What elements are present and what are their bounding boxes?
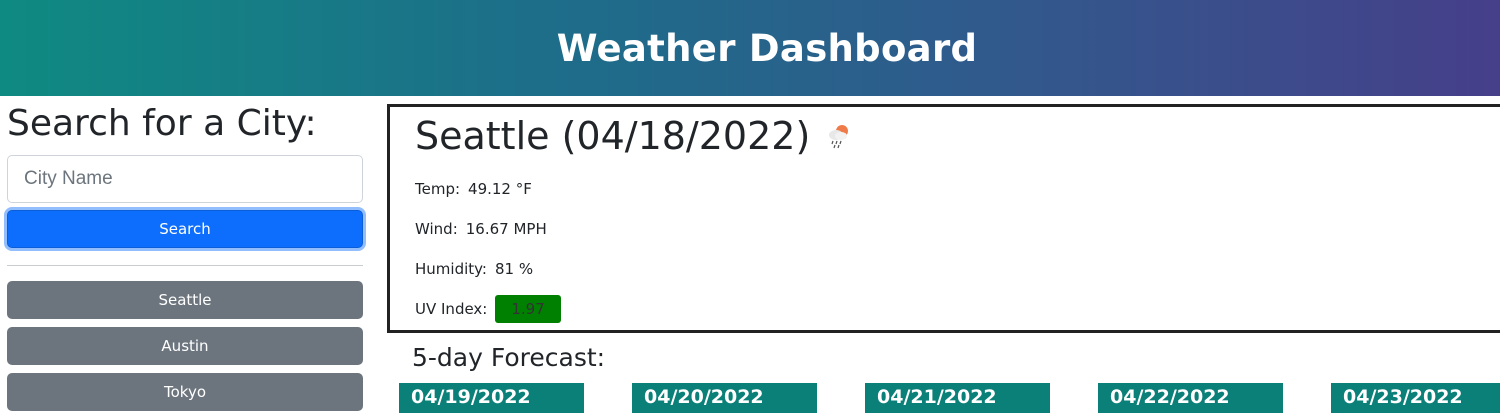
forecast-heading: 5-day Forecast: [412, 343, 606, 372]
rain-cloud-icon [829, 125, 849, 149]
history-button-seattle[interactable]: Seattle [7, 281, 363, 319]
forecast-card-day1: 04/19/2022 [399, 383, 584, 413]
app-header: Weather Dashboard [0, 0, 1500, 96]
forecast-card-day2: 04/20/2022 [632, 383, 817, 413]
sidebar-divider [7, 265, 363, 266]
wind-row: Wind: 16.67 MPH [415, 209, 1500, 249]
current-city-date: Seattle (04/18/2022) [415, 114, 811, 158]
forecast-card-day4: 04/22/2022 [1098, 383, 1283, 413]
temp-label: Temp: [415, 180, 461, 198]
wind-label: Wind: [415, 220, 458, 238]
humidity-row: Humidity: 81 % [415, 249, 1500, 289]
wind-value: 16.67 MPH [465, 220, 547, 238]
temp-row: Temp: 49.12 °F [415, 169, 1500, 209]
history-button-tokyo[interactable]: Tokyo [7, 373, 363, 411]
humidity-value: 81 % [494, 260, 534, 278]
temp-value: 49.12 °F [468, 180, 532, 198]
current-weather-card: Seattle (04/18/2022) Temp: 49.12 °F Wind… [387, 104, 1500, 333]
search-button[interactable]: Search [7, 210, 363, 248]
search-sidebar: Search for a City: Search Seattle Austin… [7, 96, 363, 411]
search-heading: Search for a City: [7, 103, 317, 144]
uv-label: UV Index: [415, 300, 488, 318]
forecast-card-day5: 04/23/2022 [1331, 383, 1500, 413]
uv-row: UV Index: 1.97 [415, 289, 1500, 329]
app-title: Weather Dashboard [556, 26, 978, 70]
forecast-card-day3: 04/21/2022 [865, 383, 1050, 413]
humidity-label: Humidity: [415, 260, 487, 278]
city-search-input[interactable] [7, 155, 363, 203]
uv-index-badge: 1.97 [495, 295, 561, 323]
current-weather-header: Seattle (04/18/2022) [415, 114, 1500, 158]
history-button-austin[interactable]: Austin [7, 327, 363, 365]
